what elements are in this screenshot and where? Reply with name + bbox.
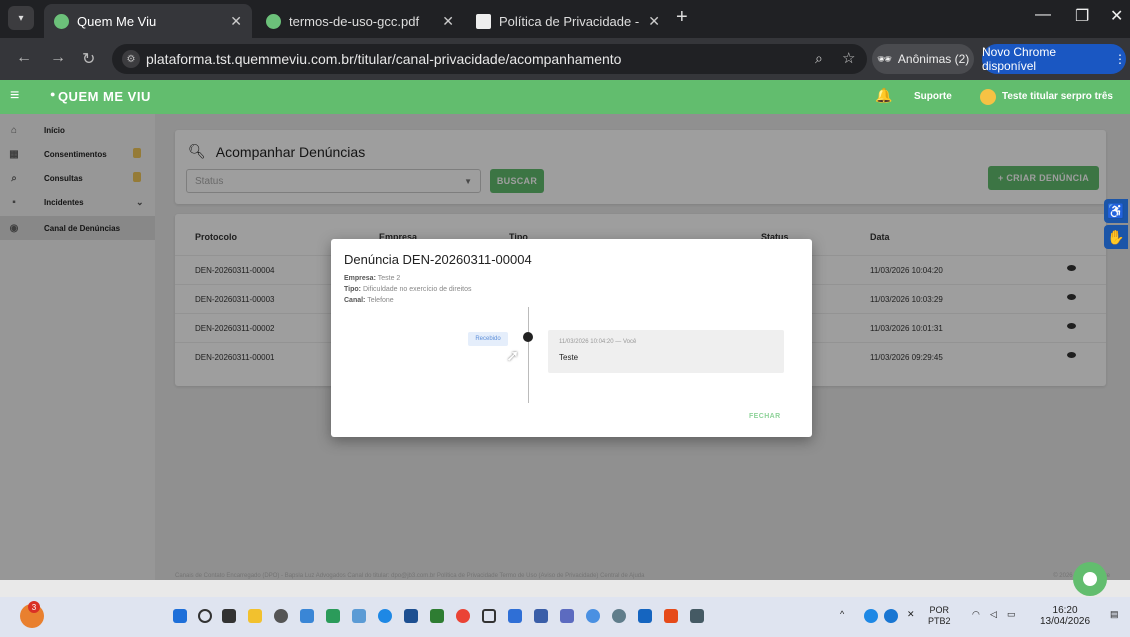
app-header: ≡ ● QUEM ME VIU 🔔 Suporte Teste titular s… <box>0 80 1130 114</box>
address-bar[interactable]: ⚙ plataforma.tst.quemmeviu.com.br/titula… <box>112 44 867 74</box>
close-window-icon[interactable]: ✕ <box>1110 6 1123 26</box>
app-icon[interactable] <box>638 609 652 623</box>
app-icon[interactable] <box>352 609 366 623</box>
more-menu-icon: ⋮ <box>1114 52 1126 66</box>
app-icon[interactable] <box>300 609 314 623</box>
site-info-icon[interactable]: ⚙ <box>122 50 140 68</box>
onedrive-icon[interactable] <box>884 609 898 623</box>
browser-tab-strip: ▾ Quem Me Viu ✕ termos-de-uso-gcc.pdf ✕ … <box>0 0 1130 38</box>
app-icon[interactable] <box>586 609 600 623</box>
app-icon[interactable] <box>482 609 496 623</box>
browser-tab-politica[interactable]: Política de Privacidade - JB3 ✕ <box>466 4 670 38</box>
status-badge: Recebido <box>468 332 508 346</box>
app-icon[interactable] <box>378 609 392 623</box>
search-icon[interactable] <box>198 609 212 623</box>
notification-bell-icon[interactable]: 🔔 <box>875 87 892 104</box>
language-indicator[interactable]: POR PTB2 <box>928 605 951 627</box>
file-explorer-icon[interactable] <box>248 609 262 623</box>
task-view-icon[interactable] <box>222 609 236 623</box>
close-tab-icon[interactable]: ✕ <box>230 13 242 30</box>
modal-type: Tipo: Dificuldade no exercício de direit… <box>344 286 472 293</box>
incognito-button[interactable]: 🕶 Anônimas (2) <box>872 44 974 74</box>
hamburger-menu-icon[interactable]: ≡ <box>10 87 19 105</box>
new-tab-icon[interactable]: + <box>676 6 688 29</box>
modal-channel: Canal: Telefone <box>344 297 394 304</box>
app-icon[interactable] <box>664 609 678 623</box>
forward-icon[interactable]: → <box>50 49 66 67</box>
browser-tab-quem-me-viu[interactable]: Quem Me Viu ✕ <box>44 4 252 38</box>
browser-toolbar: ← → ↻ ⚙ plataforma.tst.quemmeviu.com.br/… <box>0 38 1130 80</box>
chrome-icon[interactable] <box>456 609 470 623</box>
wifi-icon[interactable]: ◠ <box>972 609 980 620</box>
browser-tab-termos[interactable]: termos-de-uso-gcc.pdf ✕ <box>256 4 464 38</box>
app-icon[interactable] <box>326 609 340 623</box>
settings-icon[interactable] <box>274 609 288 623</box>
close-tab-icon[interactable]: ✕ <box>648 13 660 30</box>
site-favicon-icon <box>266 13 281 29</box>
url-text[interactable]: plataforma.tst.quemmeviu.com.br/titular/… <box>146 51 621 67</box>
chat-icon[interactable] <box>1073 562 1107 596</box>
site-favicon-icon <box>54 13 69 29</box>
complaint-detail-modal: Denúncia DEN-20260311-00004 Empresa: Tes… <box>331 239 812 437</box>
timeline-line <box>528 307 529 403</box>
windows-taskbar: 3 ^ ✕ POR PTB2 ◠ ◁ ▭ 16:20 13/04/2026 ▤ <box>0 597 1130 637</box>
volume-icon[interactable]: ◁ <box>990 609 997 620</box>
back-icon[interactable]: ← <box>16 49 32 67</box>
user-name[interactable]: Teste titular serpro três <box>1002 91 1113 102</box>
tab-search-chevron-icon[interactable]: ▾ <box>8 6 34 30</box>
restore-icon[interactable]: ❐ <box>1075 6 1089 26</box>
modal-company: Empresa: Teste 2 <box>344 275 401 282</box>
zoom-icon[interactable]: ⌕ <box>815 50 823 67</box>
app-icon[interactable] <box>612 609 626 623</box>
chevron-up-icon[interactable]: ^ <box>840 609 844 620</box>
windows-start-icon[interactable] <box>173 609 187 623</box>
app-icon[interactable] <box>508 609 522 623</box>
close-tab-icon[interactable]: ✕ <box>442 13 454 30</box>
sign-language-icon[interactable]: ✋ <box>1104 225 1128 249</box>
app-icon[interactable] <box>404 609 418 623</box>
clock[interactable]: 16:20 13/04/2026 <box>1040 605 1090 627</box>
document-favicon-icon <box>476 13 491 29</box>
app-icon[interactable] <box>690 609 704 623</box>
accessibility-icon[interactable]: ♿ <box>1104 199 1128 223</box>
user-avatar[interactable] <box>980 89 996 105</box>
teams-icon[interactable] <box>560 609 574 623</box>
modal-title: Denúncia DEN-20260311-00004 <box>344 252 532 267</box>
timeline-dot <box>523 332 533 342</box>
incognito-icon: 🕶 <box>876 52 892 66</box>
app-logo[interactable]: ● QUEM ME VIU <box>50 89 151 104</box>
timeline-message: 11/03/2026 10:04:20 — Você Teste <box>548 330 784 373</box>
notifications-icon[interactable]: ▤ <box>1110 609 1119 620</box>
battery-icon[interactable]: ▭ <box>1007 609 1016 620</box>
app-icon[interactable] <box>534 609 548 623</box>
app-launcher-icon[interactable]: 3 <box>20 601 44 628</box>
mouse-cursor-icon: ➚ <box>506 348 520 365</box>
bookmark-star-icon[interactable]: ☆ <box>842 49 855 67</box>
mic-muted-icon[interactable]: ✕ <box>907 609 915 620</box>
support-link[interactable]: Suporte <box>914 91 952 102</box>
cloud-icon[interactable] <box>864 609 878 623</box>
app-icon[interactable] <box>430 609 444 623</box>
close-modal-button[interactable]: FECHAR <box>749 413 781 420</box>
update-chrome-button[interactable]: Novo Chrome disponível ⋮ <box>982 44 1126 74</box>
minimize-icon[interactable]: — <box>1035 6 1051 24</box>
reload-icon[interactable]: ↻ <box>82 49 95 69</box>
